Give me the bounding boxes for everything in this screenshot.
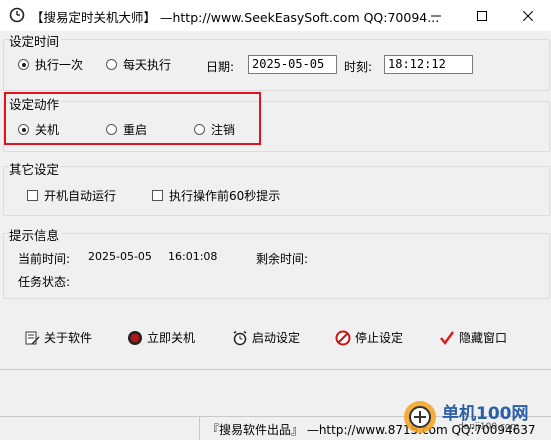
watermark-text: 单机100网: [442, 404, 529, 424]
checkbox-box: [27, 190, 38, 201]
radio-dot: [18, 59, 29, 70]
plus-circle-icon: [404, 401, 436, 433]
record-icon: [128, 330, 142, 345]
maximize-button[interactable]: [459, 0, 505, 31]
minimize-button[interactable]: [413, 0, 459, 31]
checkbox-box: [152, 190, 163, 201]
checkmark-icon: [440, 330, 455, 345]
radio-run-daily-label: 每天执行: [123, 58, 172, 72]
autostart-label: 开机自动运行: [44, 189, 117, 203]
info-group-title: 提示信息: [9, 225, 62, 244]
current-date-value: 2025-05-05: [88, 250, 152, 263]
date-field[interactable]: 2025-05-05: [248, 55, 337, 74]
status-separator: [199, 417, 200, 440]
task-status-label: 任务状态:: [18, 275, 71, 289]
clock-icon: [9, 7, 25, 23]
start-label: 启动设定: [252, 331, 301, 345]
alarm-clock-icon: [233, 330, 247, 345]
watermark: 单机100网 danji100.com: [398, 395, 548, 439]
hide-button[interactable]: 隐藏窗口: [439, 329, 507, 346]
radio-dot: [106, 59, 117, 70]
about-button[interactable]: 关于软件: [24, 329, 92, 346]
close-icon: [523, 10, 533, 21]
shutdown-now-label: 立即关机: [147, 331, 196, 345]
stop-icon: [335, 330, 351, 345]
radio-run-once[interactable]: 执行一次: [18, 56, 83, 73]
current-time-value: 16:01:08: [168, 250, 218, 263]
current-time-label: 当前时间:: [18, 252, 71, 266]
close-button[interactable]: [505, 0, 551, 31]
prompt-label: 执行操作前60秒提示: [169, 189, 281, 203]
time-label: 时刻:: [344, 60, 373, 74]
window-title: 【搜易定时关机大师】 —http://www.SeekEasySoft.com …: [31, 10, 440, 25]
highlight-box: [4, 92, 261, 145]
title-bar: 【搜易定时关机大师】 —http://www.SeekEasySoft.com …: [0, 0, 551, 32]
divider: [0, 369, 551, 370]
date-label: 日期:: [206, 60, 235, 74]
radio-run-once-label: 执行一次: [35, 58, 84, 72]
about-label: 关于软件: [44, 331, 93, 345]
prompt-checkbox[interactable]: 执行操作前60秒提示: [152, 187, 280, 204]
watermark-url: danji100.com: [458, 422, 520, 432]
stop-button[interactable]: 停止设定: [335, 329, 403, 346]
radio-run-daily[interactable]: 每天执行: [106, 56, 171, 73]
document-edit-icon: [25, 331, 40, 345]
hide-label: 隐藏窗口: [459, 331, 508, 345]
other-group-title: 其它设定: [9, 159, 62, 178]
time-field[interactable]: 18:12:12: [384, 55, 473, 74]
remaining-time-label: 剩余时间:: [256, 252, 309, 266]
stop-label: 停止设定: [355, 331, 404, 345]
shutdown-now-button[interactable]: 立即关机: [127, 329, 195, 346]
start-button[interactable]: 启动设定: [232, 329, 300, 346]
maximize-icon: [477, 10, 487, 21]
autostart-checkbox[interactable]: 开机自动运行: [27, 187, 116, 204]
minimize-icon: [431, 15, 441, 16]
time-group-title: 设定时间: [9, 31, 62, 50]
